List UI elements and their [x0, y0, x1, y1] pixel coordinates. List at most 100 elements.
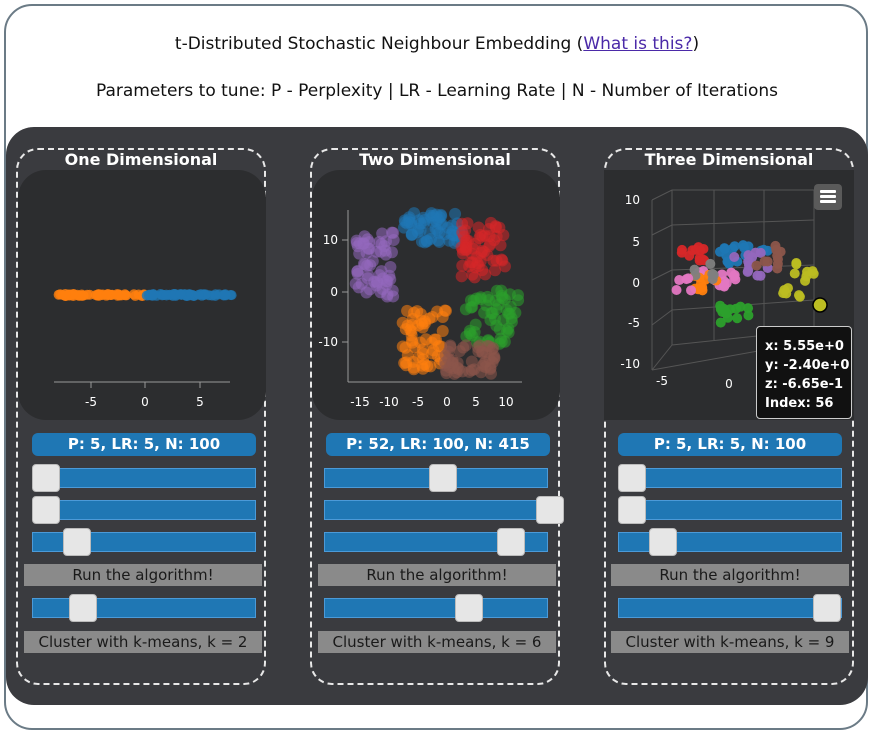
scatter-point — [484, 238, 497, 251]
scatter-point — [755, 247, 766, 258]
page-subtitle: Parameters to tune: P - Perplexity | LR … — [95, 81, 779, 101]
x-tick-label: 10 — [498, 395, 513, 409]
scatter-point — [512, 294, 525, 307]
perplexity-slider[interactable] — [32, 464, 256, 492]
scatter-point — [498, 335, 511, 348]
scatter-point — [778, 288, 789, 299]
perplexity-slider[interactable] — [324, 464, 548, 492]
scatter-point — [463, 365, 476, 378]
scatter-point — [380, 278, 393, 291]
scatter-point — [743, 265, 754, 276]
scatter-point — [146, 290, 157, 301]
scatter-point — [456, 217, 469, 230]
point-tooltip: x: 5.55e+0 y: -2.40e+0 z: -6.65e-1 Index… — [756, 326, 852, 419]
y-tick-label: -10 — [318, 335, 338, 349]
panel-title: One Dimensional — [64, 150, 218, 169]
scatter-point — [351, 267, 364, 280]
scatter-point — [438, 228, 451, 241]
what-is-this-link[interactable]: What is this? — [583, 34, 692, 54]
learning-rate-slider[interactable] — [618, 496, 842, 524]
scatter-point — [416, 317, 429, 330]
kmeans-slider[interactable] — [32, 594, 256, 622]
scatter-point — [719, 243, 730, 254]
scatter-point — [482, 223, 495, 236]
scatter-point — [405, 216, 418, 229]
scatter-point — [729, 252, 740, 263]
scatter-point — [455, 270, 468, 283]
slider-handle[interactable] — [429, 464, 457, 492]
slider-handle[interactable] — [618, 464, 646, 492]
slider-handle[interactable] — [455, 594, 483, 622]
slider-handle[interactable] — [63, 528, 91, 556]
iterations-slider[interactable] — [32, 528, 256, 556]
x-tick-label: -15 — [350, 395, 370, 409]
scatter-point — [789, 268, 800, 279]
scatter-point — [60, 289, 71, 300]
kmeans-slider[interactable] — [324, 594, 548, 622]
y-tick-label: 10 — [323, 233, 338, 247]
scatter-point — [175, 289, 186, 300]
scatter-point — [112, 290, 123, 301]
run-algorithm-button[interactable]: Run the algorithm! — [611, 564, 849, 586]
tooltip-index: Index: 56 — [765, 396, 834, 411]
scatter-point — [456, 247, 469, 260]
scatter-point — [384, 261, 397, 274]
panel-title: Two Dimensional — [359, 150, 511, 169]
slider-handle[interactable] — [69, 594, 97, 622]
scatter-point — [439, 304, 452, 317]
scatter-point — [683, 273, 694, 284]
run-algorithm-button[interactable]: Run the algorithm! — [318, 564, 556, 586]
scatter-point — [726, 267, 737, 278]
scatter-point — [770, 240, 781, 251]
slider-handle[interactable] — [536, 496, 564, 524]
scatter-point — [379, 235, 392, 248]
slider-handle[interactable] — [649, 528, 677, 556]
scatter-point — [487, 342, 500, 355]
scatter-point — [731, 303, 742, 314]
x-tick-label: 0 — [141, 395, 149, 409]
tooltip-x: x: 5.55e+0 — [765, 339, 844, 354]
scatter-point — [686, 285, 697, 296]
scatter-point — [793, 290, 804, 301]
scatter-point — [671, 285, 682, 296]
x-tick-label: 5 — [472, 395, 480, 409]
scatter-point — [453, 345, 466, 358]
params-badge: P: 5, LR: 5, N: 100 — [32, 433, 256, 456]
scatter-point — [705, 258, 716, 269]
iterations-slider[interactable] — [324, 528, 548, 556]
plot-1d[interactable]: -5 0 5 — [18, 170, 266, 420]
page-title: t-Distributed Stochastic Neighbour Embed… — [0, 34, 874, 54]
slider-handle[interactable] — [497, 528, 525, 556]
scatter-point — [743, 250, 754, 261]
scatter-point — [752, 270, 763, 281]
chart-menu-button[interactable] — [814, 184, 842, 210]
scatter-point — [800, 275, 811, 286]
scatter-point — [721, 278, 732, 289]
scatter-point — [732, 313, 743, 324]
highlighted-point[interactable] — [812, 297, 828, 313]
slider-handle[interactable] — [813, 594, 841, 622]
scatter-point — [363, 283, 376, 296]
learning-rate-slider[interactable] — [32, 496, 256, 524]
slider-handle[interactable] — [32, 464, 60, 492]
learning-rate-slider[interactable] — [324, 496, 564, 524]
cluster-kmeans-label: Cluster with k-means, k = 6 — [318, 631, 556, 653]
plot-2d[interactable]: 10 0 -10 -15 -10 -5 0 5 10 — [312, 170, 560, 420]
slider-handle[interactable] — [618, 496, 646, 524]
scatter-point — [729, 241, 740, 252]
x-tick-label: 0 — [725, 377, 733, 391]
scatter-point — [494, 239, 507, 252]
scatter-point — [485, 307, 498, 320]
kmeans-slider[interactable] — [618, 594, 842, 622]
plot-1d-svg: -5 0 5 — [53, 289, 237, 409]
scatter-point — [684, 250, 695, 261]
tooltip-y: y: -2.40e+0 — [765, 358, 850, 373]
run-algorithm-button[interactable]: Run the algorithm! — [24, 564, 262, 586]
scatter-point — [759, 256, 770, 267]
scatter-point — [503, 307, 516, 320]
scatter-point — [468, 271, 481, 284]
iterations-slider[interactable] — [618, 528, 842, 556]
perplexity-slider[interactable] — [618, 464, 842, 492]
scatter-point — [719, 305, 730, 316]
slider-handle[interactable] — [32, 496, 60, 524]
